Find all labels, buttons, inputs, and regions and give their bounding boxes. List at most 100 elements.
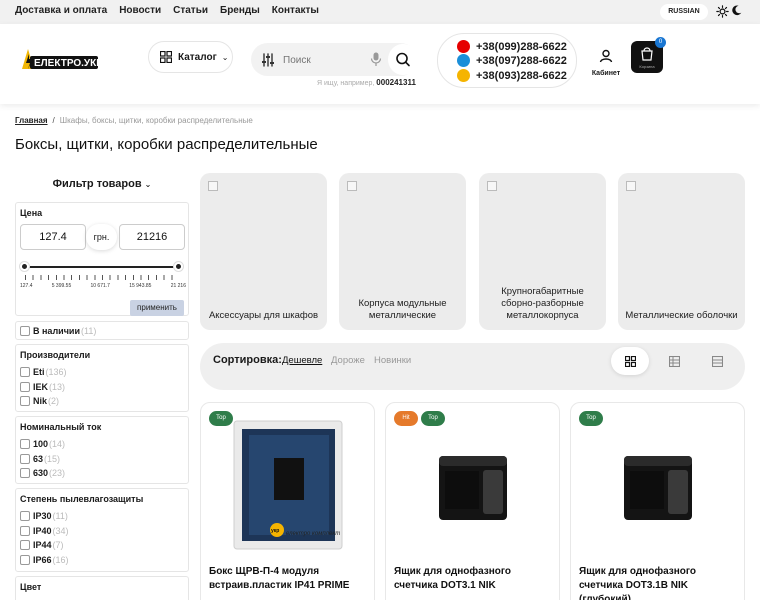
breadcrumb-home[interactable]: Главная (15, 116, 48, 125)
price-slider-max-handle[interactable] (174, 262, 183, 271)
category-card[interactable]: Металлические оболочки (618, 173, 745, 330)
product-card[interactable]: Hit Top Ящик для однофазного счетчика DO… (385, 402, 560, 600)
filter-option-iek[interactable]: IEK (13) (16, 380, 188, 395)
table-view-button[interactable] (698, 347, 736, 375)
search-hint-example[interactable]: 000241311 (376, 78, 416, 87)
category-image (626, 181, 636, 191)
phone-vodafone[interactable]: +38(099)288-6622 (457, 40, 567, 53)
option-count: (34) (52, 525, 69, 536)
sort-label: Сортировка: (213, 354, 282, 366)
catalog-button[interactable]: Каталог ⌄ (148, 41, 233, 73)
product-card[interactable]: Top Ящик для однофазного счетчика DOT3.1… (570, 402, 745, 600)
product-image[interactable] (571, 413, 746, 553)
cart-label: Корзина (639, 64, 655, 69)
top-nav-news[interactable]: Новости (119, 5, 161, 16)
page-title: Боксы, щитки, коробки распределительные (15, 136, 318, 153)
search-box (251, 43, 418, 76)
option-count: (136) (45, 367, 67, 378)
option-label: IP44 (33, 540, 52, 551)
language-selector[interactable]: RUSSIAN (660, 4, 708, 20)
filter-option-ip66[interactable]: IP66 (16) (16, 553, 188, 568)
phone-lifecell[interactable]: +38(093)288-6622 (457, 69, 567, 82)
tick-label: 15 943.85 (129, 283, 152, 289)
option-count: (11) (52, 511, 68, 522)
filter-option-ip30[interactable]: IP30 (11) (16, 509, 188, 524)
product-name[interactable]: Ящик для однофазного счетчика DOT3.1B NI… (579, 565, 739, 600)
in-stock-option[interactable]: В наличии (11) (16, 324, 188, 339)
checkbox[interactable] (20, 439, 30, 450)
chevron-down-icon: ⌄ (561, 57, 568, 66)
top-nav-brands[interactable]: Бренды (220, 5, 260, 16)
breadcrumb-separator: / (52, 116, 55, 125)
price-slider-track[interactable] (25, 266, 179, 268)
svg-text:укр: укр (271, 528, 279, 534)
checkbox[interactable] (20, 381, 30, 392)
sort-option-new[interactable]: Новинки (374, 355, 411, 366)
checkbox[interactable] (20, 540, 30, 551)
top-nav-contacts[interactable]: Контакты (272, 5, 319, 16)
manufacturers-filter: Производители Eti (136) IEK (13) Nik (2) (15, 344, 189, 412)
checkbox[interactable] (20, 367, 30, 378)
category-card[interactable]: Крупногабаритные сборно-разборные металл… (479, 173, 606, 330)
lifecell-icon (457, 69, 470, 82)
filter-option-63[interactable]: 63 (15) (16, 452, 188, 467)
filter-option-ip40[interactable]: IP40 (34) (16, 524, 188, 539)
microphone-icon[interactable] (370, 52, 382, 67)
search-hint-text: Я ищу, например, (317, 80, 375, 87)
sun-icon[interactable] (716, 5, 729, 18)
filter-option-nik[interactable]: Nik (2) (16, 394, 188, 409)
header: ЕЛЕКТРО.УКР Каталог ⌄ Поиск Я ищу, напри… (0, 24, 760, 104)
filter-option-630[interactable]: 630 (23) (16, 466, 188, 481)
product-name[interactable]: Ящик для однофазного счетчика DOT3.1 NIK (394, 565, 554, 593)
phone-number: +38(099)288-6622 (476, 40, 567, 53)
search-input[interactable] (283, 51, 363, 69)
category-label: Крупногабаритные сборно-разборные металл… (501, 286, 584, 321)
sort-option-cheaper[interactable]: Дешевле (282, 355, 322, 366)
breadcrumb-current[interactable]: Шкафы, боксы, щитки, коробки распределит… (60, 116, 253, 125)
top-nav-delivery[interactable]: Доставка и оплата (15, 5, 107, 16)
product-name[interactable]: Бокс ЩРВ-П-4 модуля встраив.пластик IP41… (209, 565, 369, 593)
filter-toggle[interactable]: Фильтр товаров ⌄ (15, 178, 189, 190)
chevron-down-icon: ⌄ (221, 52, 229, 62)
cabinet-button[interactable]: Кабинет (590, 49, 622, 77)
category-image (487, 181, 497, 191)
checkbox[interactable] (20, 453, 30, 464)
checkbox[interactable] (20, 396, 30, 407)
checkbox[interactable] (20, 511, 30, 522)
sort-option-expensive[interactable]: Дороже (331, 355, 365, 366)
product-image[interactable] (386, 413, 561, 553)
filter-option-100[interactable]: 100 (14) (16, 437, 188, 452)
category-card[interactable]: Аксессуары для шкафов (200, 173, 327, 330)
moon-icon[interactable] (731, 5, 742, 16)
option-count: (16) (52, 554, 69, 565)
checkbox[interactable] (20, 554, 30, 565)
product-card[interactable]: укр електро комплект Top Бокс ЩРВ-П-4 мо… (200, 402, 375, 600)
checkbox[interactable] (20, 525, 30, 536)
cabinet-label: Кабинет (591, 70, 621, 77)
product-image[interactable]: укр електро комплект (201, 413, 376, 553)
phones-box[interactable]: +38(099)288-6622 +38(097)288-6622 +38(09… (437, 33, 577, 88)
apply-price-button[interactable]: применить (130, 300, 184, 316)
svg-text:електро комплект: електро комплект (286, 531, 340, 537)
list-view-button[interactable] (655, 347, 693, 375)
category-card[interactable]: Корпуса модульные металлические (339, 173, 466, 330)
site-logo[interactable]: ЕЛЕКТРО.УКР (20, 47, 100, 73)
cart-button[interactable]: Корзина 0 (631, 37, 666, 73)
hit-badge: Hit (394, 411, 418, 426)
phone-kyivstar[interactable]: +38(097)288-6622 (457, 54, 567, 67)
price-min-input[interactable]: 127.4 (20, 224, 86, 250)
filter-option-ip44[interactable]: IP44 (7) (16, 538, 188, 553)
price-slider-min-handle[interactable] (20, 262, 29, 271)
price-max-input[interactable]: 21216 (119, 224, 185, 250)
option-label: 630 (33, 468, 49, 479)
top-nav-articles[interactable]: Статьи (173, 5, 208, 16)
in-stock-checkbox[interactable] (20, 326, 30, 337)
checkbox[interactable] (20, 468, 30, 479)
grid-view-button[interactable] (611, 347, 649, 375)
search-button[interactable] (388, 44, 418, 75)
filter-option-eti[interactable]: Eti (136) (16, 365, 188, 380)
option-count: (11) (80, 326, 97, 337)
ip-rating-filter: Степень пылевлагозащиты IP30 (11) IP40 (34… (15, 488, 189, 572)
svg-text:ЕЛЕКТРО.УКР: ЕЛЕКТРО.УКР (34, 58, 100, 69)
filter-sliders-icon[interactable] (261, 53, 275, 67)
